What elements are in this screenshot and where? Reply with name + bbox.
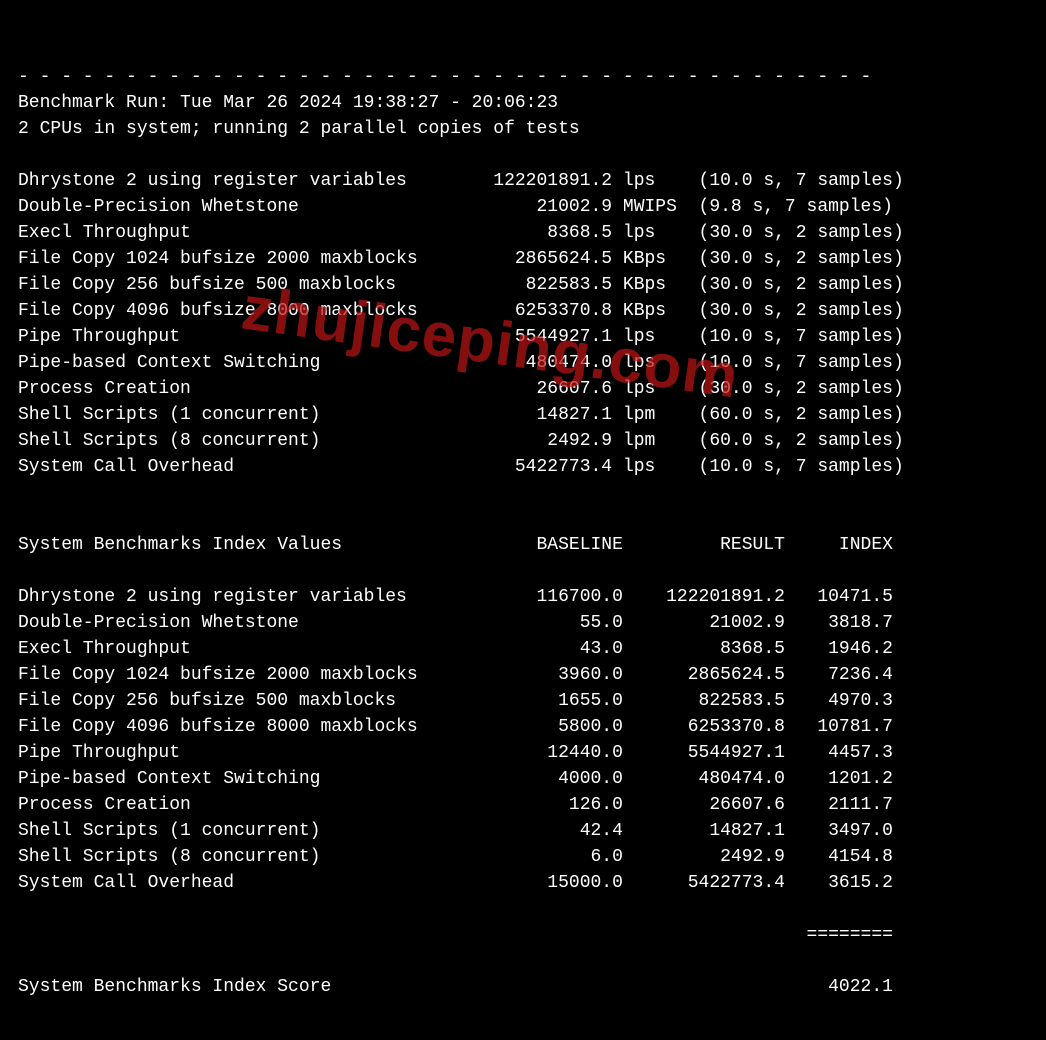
index-values-block: Dhrystone 2 using register variables 116… [18, 584, 1028, 896]
blank-line [18, 145, 29, 165]
benchmark-run-line: Benchmark Run: Tue Mar 26 2024 19:38:27 … [18, 93, 558, 113]
separator-line: - - - - - - - - - - - - - - - - - - - - … [18, 67, 871, 87]
index-score-line: System Benchmarks Index Score 4022.1 [18, 974, 1028, 1000]
terminal-output: zhujiceping.com - - - - - - - - - - - - … [0, 0, 1046, 1040]
blank-line [18, 509, 29, 529]
cpu-info-line: 2 CPUs in system; running 2 parallel cop… [18, 119, 580, 139]
score-separator: ======== [18, 922, 1028, 948]
benchmark-results-block: Dhrystone 2 using register variables 122… [18, 168, 1028, 480]
index-header-row: System Benchmarks Index Values BASELINE … [18, 532, 1028, 558]
